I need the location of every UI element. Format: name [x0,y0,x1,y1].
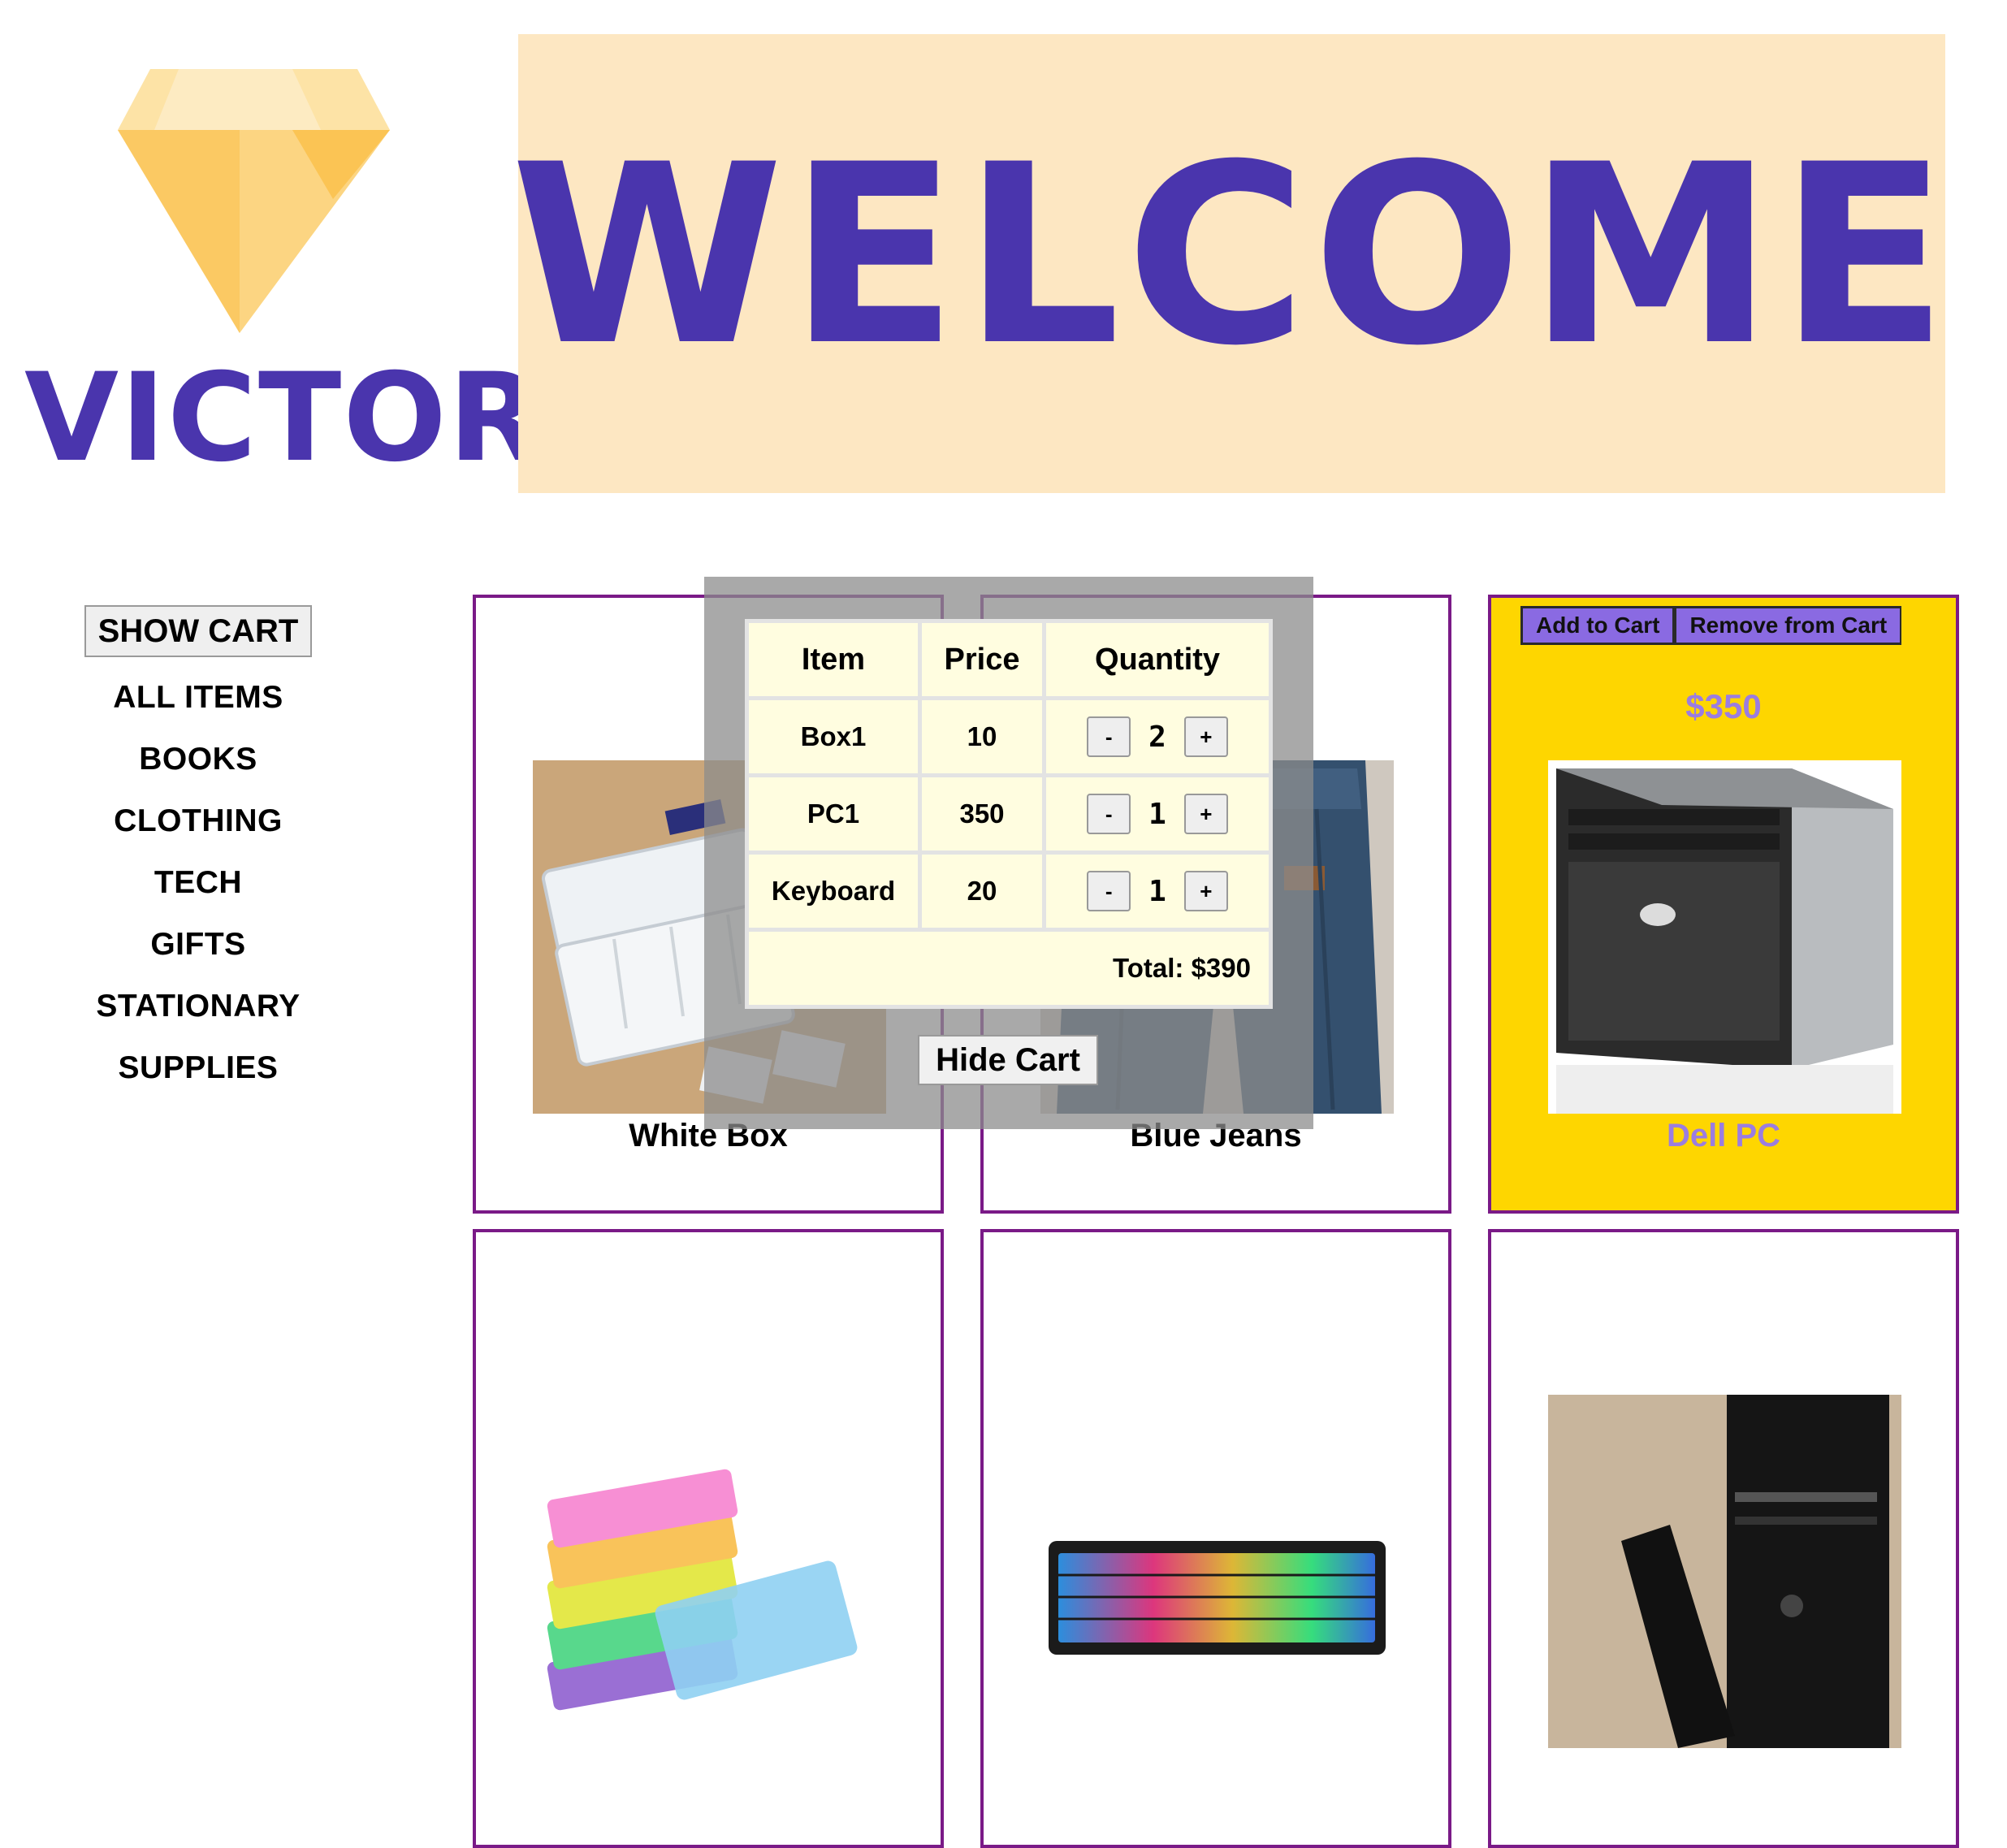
increment-button[interactable]: + [1183,871,1228,911]
cart-row: Keyboard 20 - 1 + [749,855,1269,928]
column-header-quantity: Quantity [1046,623,1269,696]
column-header-item: Item [749,623,918,696]
cart-item-quantity: - 1 + [1046,777,1269,850]
add-to-cart-button[interactable]: Add to Cart [1520,606,1675,645]
cart-item-quantity: - 1 + [1046,855,1269,928]
welcome-text: WELCOME [510,111,1953,400]
cart-table: Item Price Quantity Box1 10 - 2 + PC1 35… [745,619,1273,1009]
product-card-colored-boxes[interactable] [473,1229,944,1848]
increment-button[interactable]: + [1183,716,1228,757]
product-card-desktop-pc[interactable] [1488,1229,1959,1848]
rgb-keyboard-photo [1040,1419,1394,1772]
nav-item-stationary[interactable]: STATIONARY [0,985,396,1047]
quantity-value: 1 [1148,797,1166,831]
nav-item-supplies[interactable]: SUPPLIES [0,1047,396,1109]
show-cart-button[interactable]: SHOW CART [84,605,312,657]
nav-item-books[interactable]: BOOKS [0,738,396,800]
column-header-price: Price [922,623,1042,696]
product-card-keyboard[interactable] [980,1229,1451,1848]
cart-row: PC1 350 - 1 + [749,777,1269,850]
cart-item-quantity: - 2 + [1046,700,1269,773]
hide-cart-button[interactable]: Hide Cart [918,1035,1098,1085]
nav-item-all-items[interactable]: ALL ITEMS [0,677,396,738]
decrement-button[interactable]: - [1087,871,1131,911]
cart-item-name: Keyboard [749,855,918,928]
victor-logo: VICTOR [24,65,544,489]
cart-item-name: PC1 [749,777,918,850]
decrement-button[interactable]: - [1087,794,1131,834]
cart-item-name: Box1 [749,700,918,773]
cart-header-row: Item Price Quantity [749,623,1269,696]
increment-button[interactable]: + [1183,794,1228,834]
cart-actions: Add to Cart Remove from Cart [1520,606,1902,645]
product-card-dell-pc[interactable]: Add to Cart Remove from Cart $350 Dell P… [1488,595,1959,1214]
colored-boxes-photo [533,1419,886,1772]
nav-item-clothing[interactable]: CLOTHING [0,800,396,862]
nav-item-tech[interactable]: TECH [0,862,396,924]
cart-row: Box1 10 - 2 + [749,700,1269,773]
desktop-pc-photo [1548,1395,1901,1748]
quantity-value: 1 [1148,874,1166,908]
cart-total-row: Total: $390 [749,932,1269,1005]
category-nav: ALL ITEMS BOOKS CLOTHING TECH GIFTS STAT… [0,677,396,1109]
brand-name: VICTOR [24,348,544,489]
decrement-button[interactable]: - [1087,716,1131,757]
cart-item-price: 350 [922,777,1042,850]
cart-item-price: 10 [922,700,1042,773]
product-title: Dell PC [1666,1118,1781,1153]
welcome-banner: WELCOME [510,34,1949,493]
dell-pc-photo [1548,760,1901,1114]
nav-item-gifts[interactable]: GIFTS [0,924,396,985]
cart-total: Total: $390 [749,932,1269,1005]
product-price: $350 [1685,687,1762,725]
remove-from-cart-button[interactable]: Remove from Cart [1674,606,1902,645]
quantity-value: 2 [1148,720,1166,754]
cart-overlay: Item Price Quantity Box1 10 - 2 + PC1 35… [704,577,1313,1129]
cart-item-price: 20 [922,855,1042,928]
